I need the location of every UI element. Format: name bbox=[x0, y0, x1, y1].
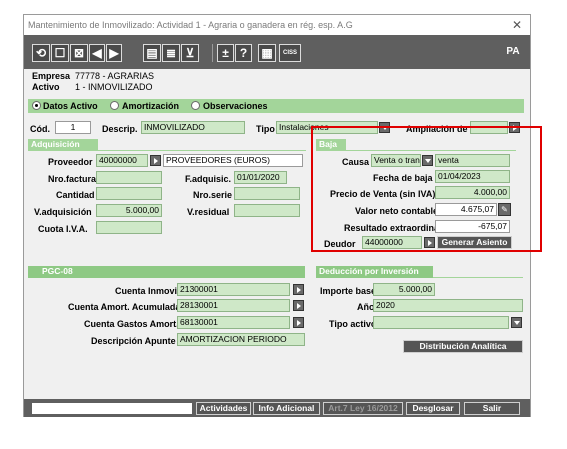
window-title: Mantenimiento de Inmovilizado: Actividad… bbox=[28, 20, 353, 30]
importe-base-field[interactable]: 5.000,00 bbox=[373, 283, 435, 296]
cuenta-gastos-search-icon[interactable] bbox=[293, 317, 304, 328]
proveedor-code-field[interactable]: 40000000 bbox=[96, 154, 148, 167]
adquisicion-header: Adquisición bbox=[28, 139, 98, 150]
proveedor-name-field: PROVEEDORES (EUROS) bbox=[163, 154, 303, 167]
filter-off-icon[interactable]: ⊻ bbox=[181, 44, 199, 62]
window-titlebar: Mantenimiento de Inmovilizado: Actividad… bbox=[24, 15, 530, 35]
cantidad-field[interactable] bbox=[96, 187, 162, 200]
empresa-label: Empresa bbox=[32, 71, 71, 81]
cuenta-inmov-search-icon[interactable] bbox=[293, 284, 304, 295]
nro-serie-label: Nro.serie bbox=[193, 190, 233, 200]
art7-ley-button[interactable]: Art.7 Ley 16/2012 bbox=[323, 402, 403, 415]
close-icon[interactable]: ✕ bbox=[512, 15, 522, 35]
distribucion-analitica-button[interactable]: Distribución Analítica bbox=[403, 340, 523, 353]
v-residual-label: V.residual bbox=[187, 207, 230, 217]
proveedor-label: Proveedor bbox=[48, 157, 93, 167]
status-message-field bbox=[32, 403, 192, 414]
cuenta-inmov-field[interactable]: 21300001 bbox=[177, 283, 290, 296]
tipo-activo-select[interactable] bbox=[373, 316, 509, 329]
cuenta-gastos-label: Cuenta Gastos Amort. bbox=[84, 319, 179, 329]
v-residual-field[interactable] bbox=[234, 204, 300, 217]
tab-datos-activo-radio[interactable] bbox=[32, 101, 41, 110]
header-area: Empresa 77778 - AGRARIAS Activo 1 - INMO… bbox=[24, 69, 530, 97]
tab-datos-activo[interactable]: Datos Activo bbox=[43, 101, 98, 111]
empresa-value: 77778 - AGRARIAS bbox=[75, 71, 155, 81]
nro-factura-field[interactable] bbox=[96, 171, 162, 184]
cuota-iva-field[interactable] bbox=[96, 221, 162, 234]
tipo-label: Tipo bbox=[256, 124, 275, 134]
f-adquisic-label: F.adquisic. bbox=[185, 174, 232, 184]
importe-base-label: Importe base bbox=[320, 286, 377, 296]
adquisicion-divider bbox=[28, 150, 306, 151]
anio-field[interactable]: 2020 bbox=[373, 299, 523, 312]
tab-amortizacion-radio[interactable] bbox=[110, 101, 119, 110]
deduccion-divider bbox=[433, 277, 523, 278]
f-adquisic-field[interactable]: 01/01/2020 bbox=[234, 171, 287, 184]
tipo-activo-label: Tipo activo bbox=[329, 319, 377, 329]
ciss-button[interactable]: CISS bbox=[279, 44, 301, 62]
tipo-activo-dropdown-icon[interactable] bbox=[511, 317, 522, 328]
toolbar: ⟲ ☐ ⊠ ◀ ▶ ▤ ≣ ⊻ ± ? ▦ CISS PA bbox=[24, 35, 530, 69]
descrip-label: Descrip. bbox=[102, 124, 138, 134]
cuenta-amort-acum-label: Cuenta Amort. Acumulada bbox=[68, 302, 181, 312]
previous-icon[interactable]: ◀ bbox=[89, 44, 105, 62]
next-icon[interactable]: ▶ bbox=[106, 44, 122, 62]
anio-label: Año bbox=[357, 302, 375, 312]
cuota-iva-label: Cuota I.V.A. bbox=[38, 224, 88, 234]
tab-amortizacion[interactable]: Amortización bbox=[122, 101, 179, 111]
refresh-icon[interactable]: ⟲ bbox=[32, 44, 50, 62]
user-badge[interactable]: PA bbox=[503, 44, 523, 62]
nro-serie-field[interactable] bbox=[234, 187, 300, 200]
descripcion-apunte-label: Descripción Apunte bbox=[91, 336, 176, 346]
descrip-field[interactable]: INMOVILIZADO bbox=[141, 121, 245, 134]
nro-factura-label: Nro.factura bbox=[48, 174, 97, 184]
activo-value: 1 - INMOVILIZADO bbox=[75, 82, 153, 92]
cuenta-gastos-field[interactable]: 68130001 bbox=[177, 316, 290, 329]
activo-label: Activo bbox=[32, 82, 60, 92]
v-adquisicion-label: V.adquisición bbox=[34, 207, 92, 217]
proveedor-search-icon[interactable] bbox=[150, 155, 161, 166]
pgc-header: PGC-08 bbox=[28, 266, 305, 278]
deduccion-header: Deducción por Inversión bbox=[316, 266, 433, 278]
actividades-button[interactable]: Actividades bbox=[196, 402, 251, 415]
tab-observaciones[interactable]: Observaciones bbox=[203, 101, 268, 111]
cod-field[interactable]: 1 bbox=[55, 121, 91, 134]
cuenta-amort-acum-field[interactable]: 28130001 bbox=[177, 299, 290, 312]
toolbar-separator bbox=[212, 44, 213, 62]
list-icon[interactable]: ≣ bbox=[162, 44, 180, 62]
help-button[interactable]: ? bbox=[235, 44, 252, 62]
cantidad-label: Cantidad bbox=[56, 190, 95, 200]
info-adicional-button[interactable]: Info Adicional bbox=[253, 402, 320, 415]
delete-icon[interactable]: ⊠ bbox=[70, 44, 88, 62]
calculator-icon[interactable]: ▦ bbox=[258, 44, 276, 62]
highlight-box bbox=[311, 126, 542, 252]
new-record-icon[interactable]: ☐ bbox=[51, 44, 69, 62]
tabs-bar: Datos Activo Amortización Observaciones bbox=[28, 99, 524, 113]
plus-minus-button[interactable]: ± bbox=[217, 44, 234, 62]
tab-observaciones-radio[interactable] bbox=[191, 101, 200, 110]
cuenta-amort-acum-search-icon[interactable] bbox=[293, 300, 304, 311]
cod-label: Cód. bbox=[30, 124, 50, 134]
v-adquisicion-field[interactable]: 5.000,00 bbox=[96, 204, 162, 217]
desglosar-button[interactable]: Desglosar bbox=[406, 402, 460, 415]
salir-button[interactable]: Salir bbox=[464, 402, 520, 415]
descripcion-apunte-field[interactable]: AMORTIZACION PERIODO bbox=[177, 333, 305, 346]
print-icon[interactable]: ▤ bbox=[143, 44, 161, 62]
status-bar: Actividades Info Adicional Art.7 Ley 16/… bbox=[24, 399, 530, 417]
